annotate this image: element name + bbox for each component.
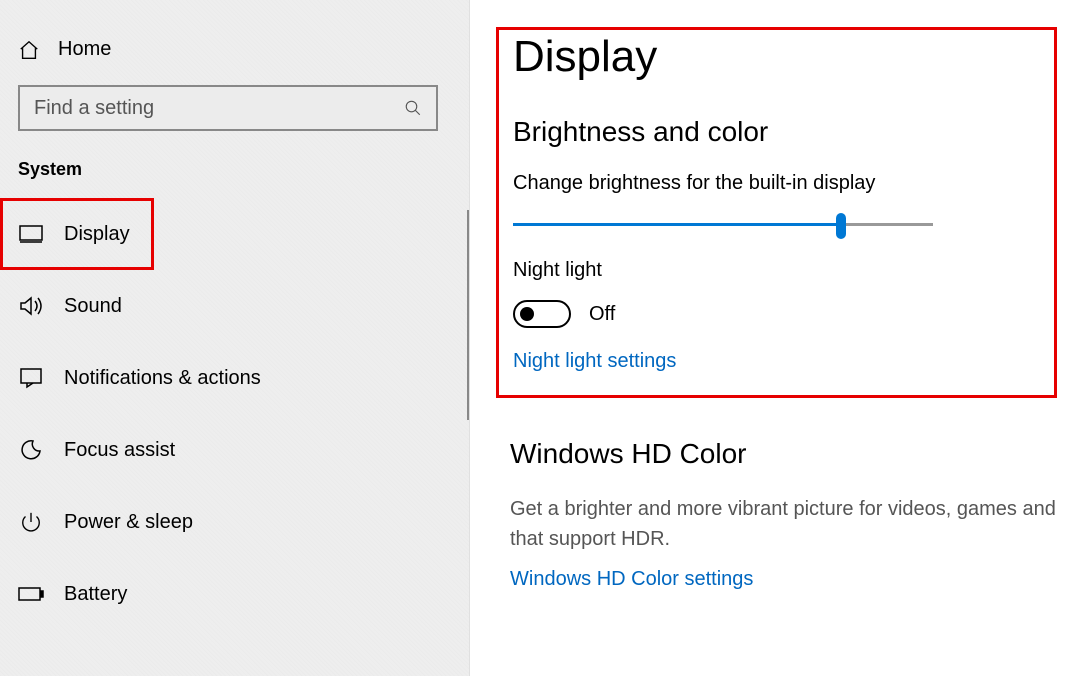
home-icon — [18, 39, 40, 61]
focus-icon — [18, 438, 44, 462]
sidebar-item-sound[interactable]: Sound — [0, 270, 469, 342]
sound-icon — [18, 295, 44, 317]
brightness-slider[interactable] — [513, 213, 933, 237]
sidebar-item-power[interactable]: Power & sleep — [0, 486, 469, 558]
brightness-heading: Brightness and color — [513, 116, 1040, 148]
battery-icon — [18, 586, 44, 602]
search-container — [18, 85, 451, 131]
home-label: Home — [58, 38, 111, 61]
night-light-label: Night light — [513, 259, 1040, 282]
hd-heading: Windows HD Color — [510, 438, 1089, 470]
search-box[interactable] — [18, 85, 438, 131]
section-title-system: System — [0, 159, 469, 198]
night-light-settings-link[interactable]: Night light settings — [513, 350, 676, 373]
slider-fill — [513, 223, 841, 226]
display-icon — [18, 224, 44, 244]
brightness-slider-label: Change brightness for the built-in displ… — [513, 172, 1040, 195]
search-icon — [404, 99, 422, 117]
hd-color-settings-link[interactable]: Windows HD Color settings — [510, 568, 753, 591]
slider-thumb[interactable] — [836, 213, 846, 239]
night-light-toggle[interactable] — [513, 300, 571, 328]
night-light-toggle-row: Off — [513, 300, 1040, 328]
settings-sidebar: Home System Display — [0, 0, 470, 676]
sidebar-item-label: Display — [64, 223, 130, 246]
page-title: Display — [513, 32, 1040, 82]
home-nav[interactable]: Home — [0, 30, 469, 85]
sidebar-item-display[interactable]: Display — [0, 198, 154, 270]
night-light-state: Off — [589, 303, 615, 326]
scrollbar[interactable] — [467, 210, 469, 420]
sidebar-item-label: Notifications & actions — [64, 367, 261, 390]
toggle-knob — [520, 307, 534, 321]
highlighted-region: Display Brightness and color Change brig… — [496, 27, 1057, 398]
main-panel: Display Brightness and color Change brig… — [470, 0, 1089, 676]
hd-color-section: Windows HD Color Get a brighter and more… — [510, 438, 1089, 591]
search-input[interactable] — [34, 97, 383, 120]
sidebar-item-label: Sound — [64, 295, 122, 318]
sidebar-item-focus[interactable]: Focus assist — [0, 414, 469, 486]
sidebar-item-label: Battery — [64, 583, 127, 606]
hd-description: Get a brighter and more vibrant picture … — [510, 494, 1089, 554]
nav-list: Display Sound Notifications & actions — [0, 198, 469, 630]
sidebar-item-label: Focus assist — [64, 439, 175, 462]
notifications-icon — [18, 367, 44, 389]
sidebar-item-label: Power & sleep — [64, 511, 193, 534]
sidebar-item-notifications[interactable]: Notifications & actions — [0, 342, 469, 414]
power-icon — [18, 511, 44, 533]
sidebar-item-battery[interactable]: Battery — [0, 558, 469, 630]
